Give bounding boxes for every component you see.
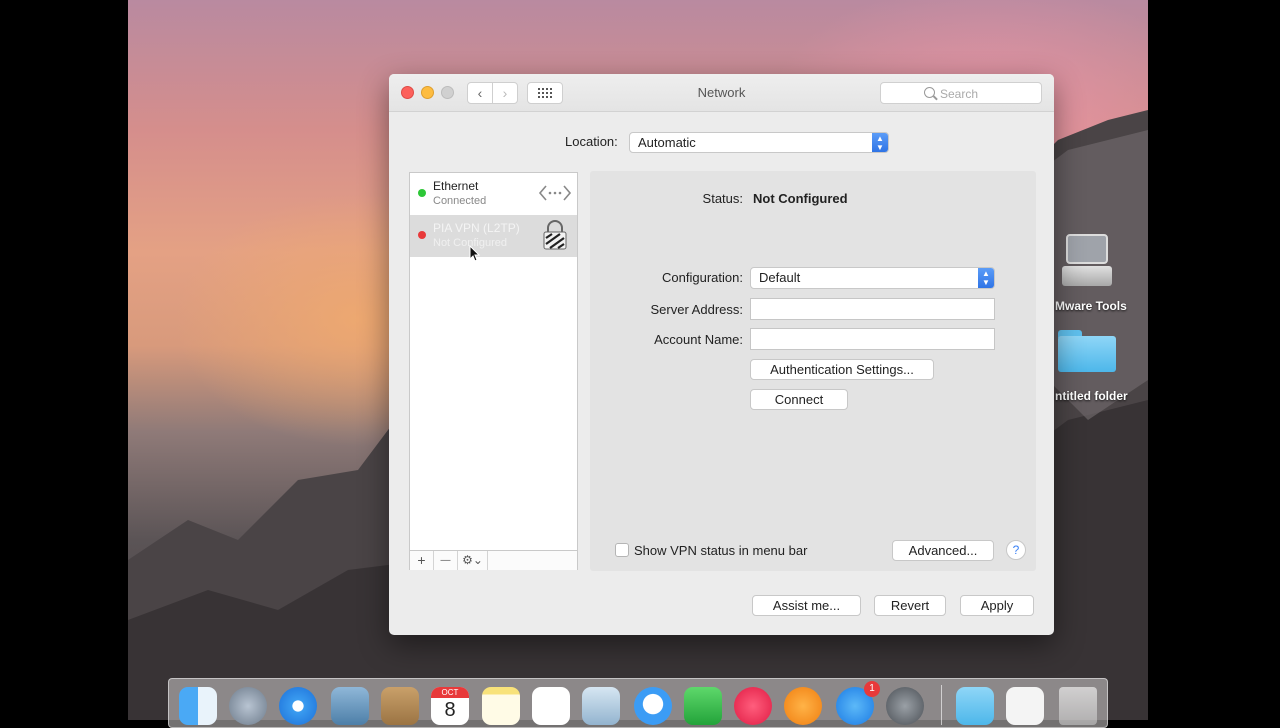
vmware-tools-drive-icon[interactable] — [1062, 228, 1112, 288]
show-vpn-status-label: Show VPN status in menu bar — [634, 543, 808, 558]
configuration-label: Configuration: — [662, 270, 743, 285]
service-list-toolbar: + — ⚙⌄ — [410, 550, 577, 570]
search-icon — [924, 87, 935, 98]
mouse-pointer-icon — [469, 245, 481, 262]
show-vpn-status-checkbox[interactable] — [615, 543, 629, 557]
location-label: Location: — [565, 134, 618, 149]
dock-divider — [941, 685, 942, 725]
connect-button[interactable]: Connect — [750, 389, 848, 410]
account-name-field[interactable] — [750, 328, 995, 350]
service-list: Ethernet Connected PIA VPN (L2TP) Not Co… — [409, 172, 578, 570]
search-field[interactable]: Search — [880, 82, 1042, 104]
contacts-icon[interactable] — [381, 687, 419, 725]
launchpad-icon[interactable] — [229, 687, 267, 725]
authentication-settings-button[interactable]: Authentication Settings... — [750, 359, 934, 380]
service-item-ethernet[interactable]: Ethernet Connected — [410, 173, 577, 215]
facetime-icon[interactable] — [684, 687, 722, 725]
action-gear-button[interactable]: ⚙⌄ — [458, 551, 488, 570]
itunes-icon[interactable] — [734, 687, 772, 725]
notes-icon[interactable] — [482, 687, 520, 725]
documents-stack-icon[interactable] — [1006, 687, 1044, 725]
server-address-label: Server Address: — [650, 302, 744, 317]
calendar-month: OCT — [431, 687, 469, 698]
vmware-tools-label: Mware Tools — [1055, 299, 1127, 313]
remove-service-button[interactable]: — — [434, 551, 458, 570]
assist-me-button[interactable]: Assist me... — [752, 595, 861, 616]
untitled-folder-label: ntitled folder — [1055, 389, 1128, 403]
account-name-label: Account Name: — [654, 332, 743, 347]
search-placeholder: Search — [940, 87, 979, 101]
calendar-day: 8 — [444, 699, 456, 721]
calendar-icon[interactable]: OCT 8 — [431, 687, 469, 725]
preview-icon[interactable] — [582, 687, 620, 725]
add-service-button[interactable]: + — [410, 551, 434, 570]
popup-arrows-icon: ▲ ▼ — [872, 133, 888, 152]
app-store-icon[interactable]: 1 — [836, 681, 880, 725]
safari-icon[interactable] — [279, 687, 317, 725]
service-item-pia-vpn[interactable]: PIA VPN (L2TP) Not Configured — [410, 215, 577, 257]
help-button[interactable]: ? — [1006, 540, 1026, 560]
service-name: Ethernet — [433, 179, 479, 193]
status-value: Not Configured — [753, 191, 848, 206]
network-preferences-window: ‹ › Network Search Location: Automatic ▲… — [389, 74, 1054, 635]
reminders-icon[interactable] — [532, 687, 570, 725]
status-label: Status: — [702, 191, 743, 206]
messages-icon[interactable] — [634, 687, 672, 725]
trash-icon[interactable] — [1059, 687, 1097, 725]
folder-icon[interactable] — [1058, 326, 1116, 372]
dock: OCT 8 1 — [168, 678, 1108, 728]
system-preferences-icon[interactable] — [886, 687, 924, 725]
configuration-value: Default — [759, 270, 801, 285]
finder-icon[interactable] — [179, 687, 217, 725]
ethernet-arrows-icon — [538, 185, 572, 201]
service-status: Connected — [433, 195, 487, 207]
status-dot — [418, 189, 426, 197]
location-popup[interactable]: Automatic ▲ ▼ — [629, 132, 889, 153]
location-value: Automatic — [638, 135, 696, 150]
apply-button[interactable]: Apply — [960, 595, 1034, 616]
title-bar[interactable]: ‹ › Network Search — [389, 74, 1054, 112]
vpn-lock-icon — [543, 220, 567, 250]
mail-icon[interactable] — [331, 687, 369, 725]
service-name: PIA VPN (L2TP) — [433, 221, 520, 235]
app-store-badge: 1 — [864, 681, 880, 697]
ibooks-icon[interactable] — [784, 687, 822, 725]
screen: Mware Tools ntitled folder OCT 8 1 ‹ › N… — [0, 0, 1280, 728]
downloads-stack-icon[interactable] — [956, 687, 994, 725]
popup-arrows-icon: ▲ ▼ — [978, 268, 994, 288]
advanced-button[interactable]: Advanced... — [892, 540, 994, 561]
server-address-field[interactable] — [750, 298, 995, 320]
configuration-popup[interactable]: Default ▲ ▼ — [750, 267, 995, 289]
revert-button[interactable]: Revert — [874, 595, 946, 616]
status-dot — [418, 231, 426, 239]
